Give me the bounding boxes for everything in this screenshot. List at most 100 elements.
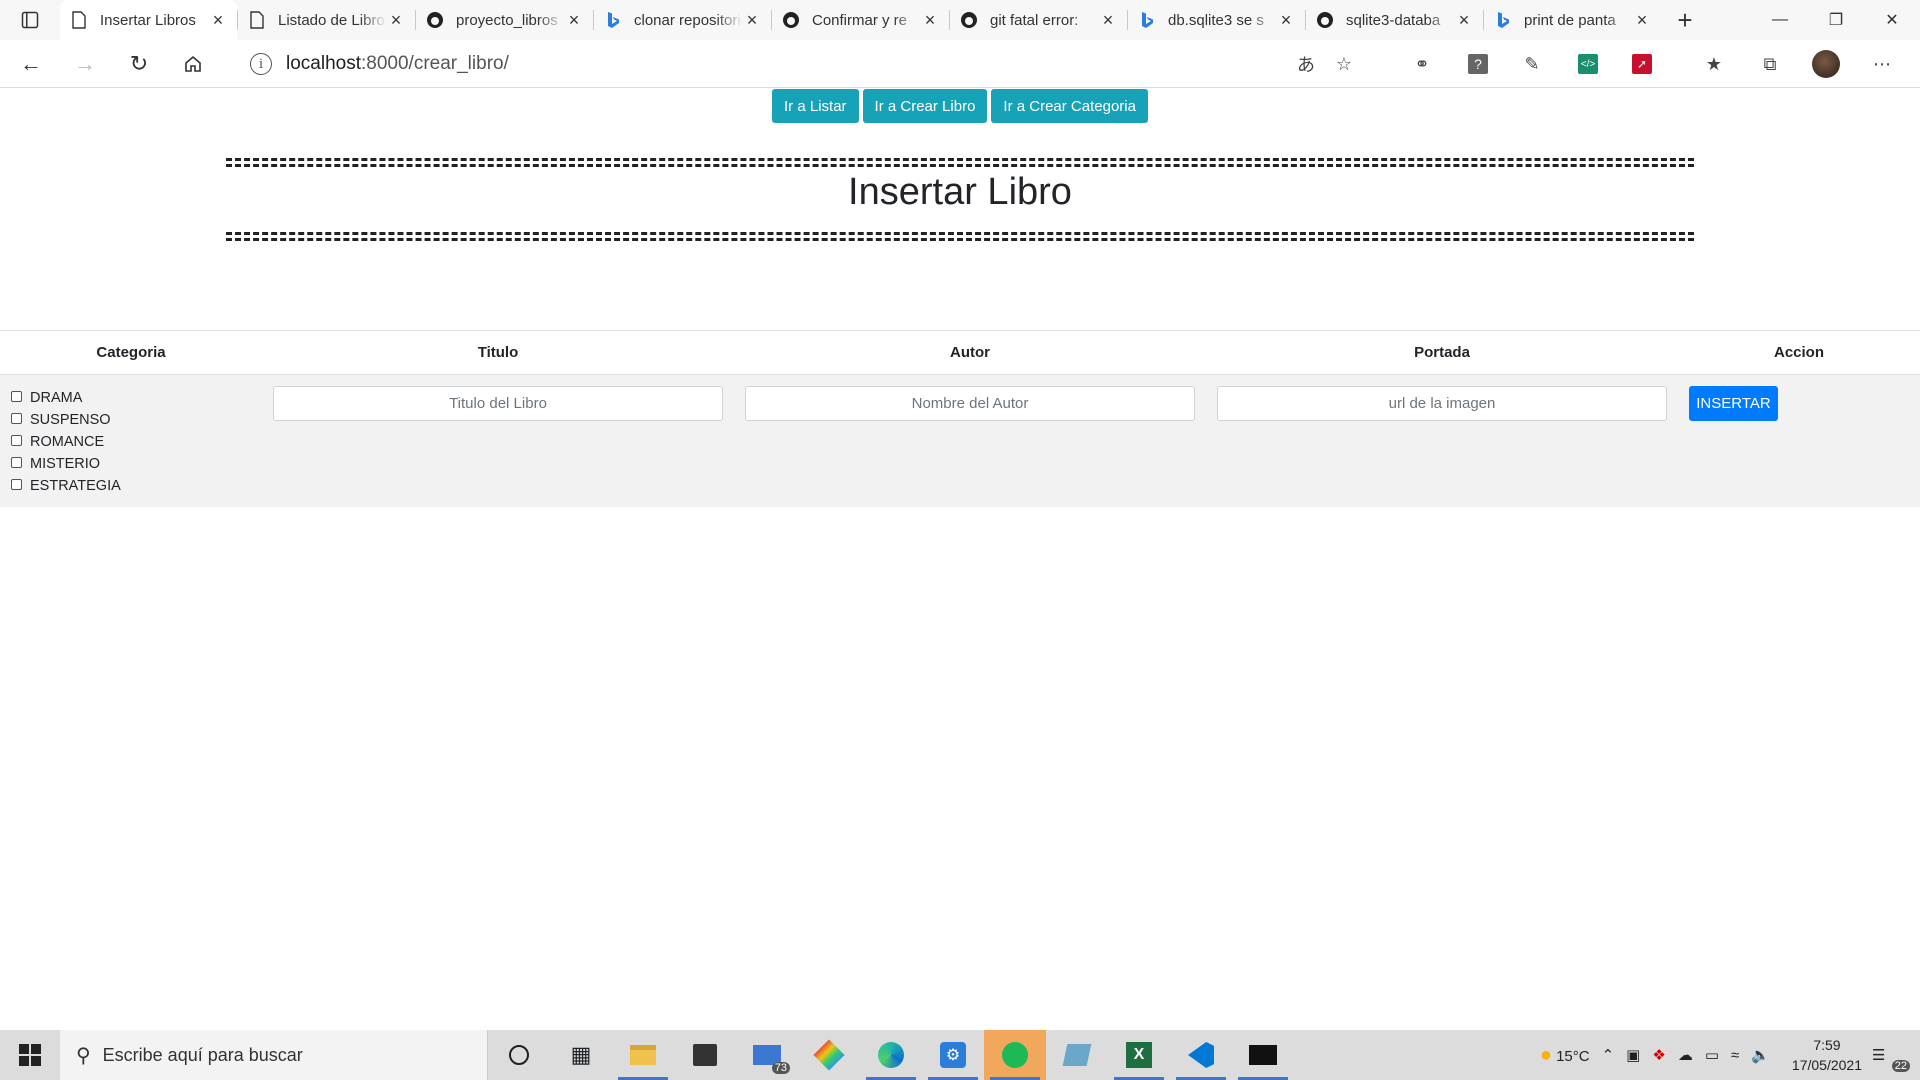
nav-button[interactable]: Ir a Listar [772, 89, 859, 123]
nav-button[interactable]: Ir a Crear Categoria [991, 89, 1148, 123]
add-favorite-icon[interactable]: ☆ [1332, 52, 1356, 76]
excel-icon: X [1126, 1042, 1152, 1068]
category-checkbox[interactable]: DRAMA [11, 387, 121, 409]
browser-tab[interactable]: print de panta × [1484, 0, 1661, 40]
tab-actions-button[interactable] [0, 0, 60, 40]
store-app[interactable] [674, 1030, 736, 1080]
dropbox-icon[interactable]: ❖ [1652, 1046, 1665, 1064]
close-tab-icon[interactable]: × [743, 10, 761, 31]
mail-badge: 73 [771, 1062, 790, 1074]
insert-button[interactable]: INSERTAR [1689, 386, 1778, 421]
screenshot-extension-icon[interactable]: ✎ [1518, 50, 1546, 78]
taskbar-search[interactable]: ⚲ Escribe aquí para buscar [60, 1030, 488, 1080]
vscode-app[interactable] [1170, 1030, 1232, 1080]
author-input[interactable]: Nombre del Autor [745, 386, 1195, 421]
category-checkbox[interactable]: MISTERIO [11, 453, 121, 475]
browser-tab[interactable]: Confirmar y re × [772, 0, 949, 40]
excel-app[interactable]: X [1108, 1030, 1170, 1080]
start-button[interactable] [0, 1030, 60, 1080]
browser-tab[interactable]: sqlite3-databa × [1306, 0, 1483, 40]
new-tab-button[interactable]: + [1661, 0, 1709, 40]
github-icon [782, 11, 800, 29]
terminal-app[interactable] [1232, 1030, 1294, 1080]
address-url[interactable]: localhost:8000/crear_libro/ [286, 53, 509, 75]
close-tab-icon[interactable]: × [1277, 10, 1295, 31]
tab-title: proyecto_libros [456, 11, 558, 29]
forward-arrow-icon: → [74, 50, 96, 76]
browser-toolbar: ← → ↻ i localhost:8000/crear_libro/ あ ☆ … [0, 40, 1920, 88]
favorites-icon[interactable]: ★ [1700, 50, 1728, 78]
spotify-app[interactable] [984, 1030, 1046, 1080]
title-input[interactable]: Titulo del Libro [273, 386, 723, 421]
browser-tab[interactable]: git fatal error: × [950, 0, 1127, 40]
clock[interactable]: 7:59 17/05/2021 [1792, 1035, 1862, 1075]
task-view-button[interactable]: ▦ [550, 1030, 612, 1080]
browser-tab[interactable]: Insertar Libros × [60, 0, 237, 40]
close-tab-icon[interactable]: × [209, 10, 227, 31]
close-tab-icon[interactable]: × [1099, 10, 1117, 31]
close-tab-icon[interactable]: × [387, 10, 405, 31]
pdf-extension-icon[interactable]: ➚ [1628, 50, 1656, 78]
checkbox-box[interactable] [11, 434, 22, 446]
teams-app[interactable]: ⚙ [922, 1030, 984, 1080]
notifications-button[interactable]: ☰ 22 [1872, 1046, 1910, 1072]
onedrive-icon[interactable]: ☁ [1678, 1046, 1693, 1064]
tab-title: sqlite3-databa [1346, 11, 1441, 29]
tab-title: Confirmar y re [812, 11, 908, 29]
back-button[interactable]: ← [8, 44, 54, 84]
cortana-button[interactable] [488, 1030, 550, 1080]
browser-tab[interactable]: db.sqlite3 se s × [1128, 0, 1305, 40]
header-titulo: Titulo [477, 344, 519, 361]
close-window-button[interactable]: ✕ [1864, 0, 1920, 40]
cover-url-input[interactable]: url de la imagen [1217, 386, 1667, 421]
task-view-icon: ▦ [570, 1042, 592, 1067]
profile-avatar[interactable] [1812, 50, 1840, 78]
browser-tab[interactable]: Listado de Libros × [238, 0, 415, 40]
checkbox-box[interactable] [11, 390, 22, 402]
close-tab-icon[interactable]: × [1455, 10, 1473, 31]
address-bar[interactable]: i localhost:8000/crear_libro/ あ ☆ [236, 46, 1356, 82]
minimize-button[interactable]: — [1752, 0, 1808, 40]
close-tab-icon[interactable]: × [565, 10, 583, 31]
site-info-icon[interactable]: i [250, 53, 272, 75]
header-autor: Autor [950, 344, 990, 361]
close-tab-icon[interactable]: × [921, 10, 939, 31]
checkbox-box[interactable] [11, 456, 22, 468]
volume-icon[interactable]: 🔈 [1751, 1046, 1770, 1064]
more-menu-icon[interactable]: ⋯ [1868, 50, 1896, 78]
category-checkbox[interactable]: ROMANCE [11, 431, 121, 453]
show-hidden-icons[interactable]: ⌃ [1602, 1046, 1615, 1064]
tray-app-icon[interactable]: ▣ [1626, 1046, 1640, 1064]
edge-app[interactable] [860, 1030, 922, 1080]
read-aloud-translate-icon[interactable]: あ [1294, 52, 1318, 76]
checkbox-box[interactable] [11, 412, 22, 424]
nav-button[interactable]: Ir a Crear Libro [862, 89, 988, 123]
paint-app[interactable] [798, 1030, 860, 1080]
close-tab-icon[interactable]: × [1633, 10, 1651, 31]
category-checkbox[interactable]: SUSPENSO [11, 409, 121, 431]
checkbox-box[interactable] [11, 478, 22, 490]
browser-tab[interactable]: clonar repositorio × [594, 0, 771, 40]
notes-icon [1062, 1044, 1092, 1066]
battery-icon[interactable]: ▭ [1705, 1046, 1719, 1064]
spotify-icon [1002, 1042, 1028, 1068]
header-portada: Portada [1414, 344, 1470, 361]
file-explorer-app[interactable] [612, 1030, 674, 1080]
category-label: SUSPENSO [30, 412, 111, 428]
refresh-button[interactable]: ↻ [116, 44, 162, 84]
tracking-prevention-icon[interactable]: ⚭ [1408, 50, 1436, 78]
help-extension-icon[interactable]: ? [1464, 50, 1492, 78]
nav-links: Ir a Listar Ir a Crear Libro Ir a Crear Ca… [0, 89, 1920, 123]
notes-app[interactable] [1046, 1030, 1108, 1080]
restore-button[interactable]: ❐ [1808, 0, 1864, 40]
home-button[interactable] [170, 44, 216, 84]
collections-icon[interactable]: ⧉ [1756, 50, 1784, 78]
category-checkbox[interactable]: ESTRATEGIA [11, 475, 121, 497]
forward-button[interactable]: → [62, 44, 108, 84]
mail-app[interactable]: 73 [736, 1030, 798, 1080]
wifi-icon[interactable]: ≈ [1731, 1047, 1739, 1064]
browser-tab[interactable]: proyecto_libros × [416, 0, 593, 40]
code-extension-icon[interactable]: </> [1574, 50, 1602, 78]
weather-widget[interactable]: ● 15°C [1540, 1044, 1590, 1067]
table-header-row: Categoria Titulo Autor Portada Accion [0, 330, 1920, 375]
